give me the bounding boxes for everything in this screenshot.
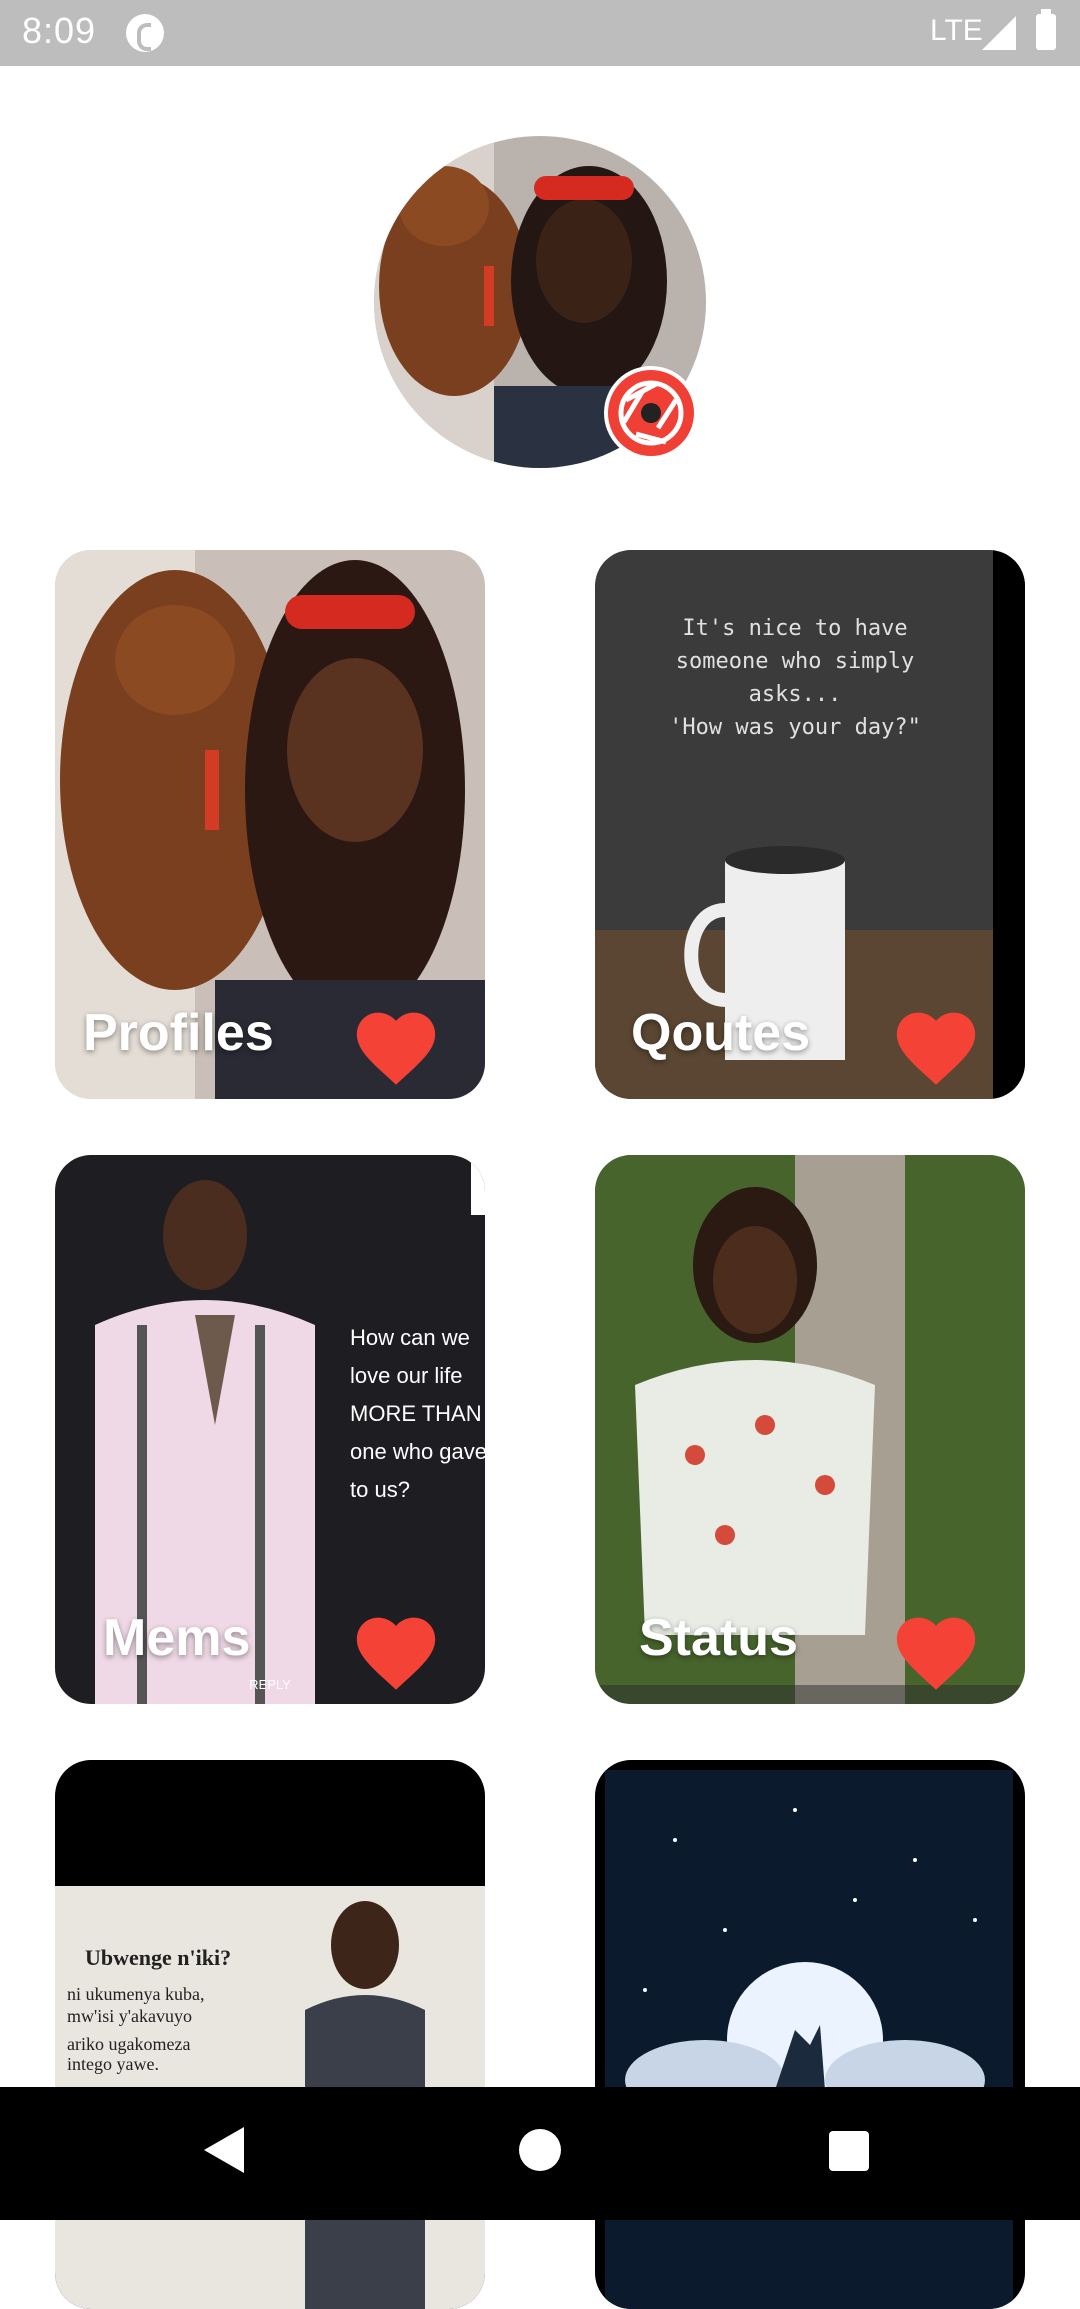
card-wisdom[interactable]: Ubwenge n'iki? ni ukumenya kuba, mw'isi … xyxy=(55,1760,485,2309)
camera-icon[interactable] xyxy=(604,366,698,460)
wisdom-line: ni ukumenya kuba, xyxy=(67,1984,204,2004)
home-icon[interactable] xyxy=(519,2129,561,2171)
meme-line: one who gave it xyxy=(350,1439,485,1464)
back-icon[interactable] xyxy=(204,2127,244,2173)
app-notification-icon xyxy=(126,14,164,52)
wisdom-line: mw'isi y'akavuyo xyxy=(67,2006,192,2026)
network-type: LTE xyxy=(930,14,983,47)
card-mems[interactable]: How can we love our life MORE THAN the o… xyxy=(55,1155,485,1704)
heart-icon[interactable] xyxy=(349,999,443,1089)
reply-label: REPLY xyxy=(249,1677,291,1692)
battery-icon xyxy=(1036,9,1056,50)
wisdom-line: ariko ugakomeza xyxy=(67,2034,190,2054)
card-label: Status xyxy=(639,1609,798,1667)
card-profiles[interactable]: Profiles xyxy=(55,550,485,1099)
card-qoutes[interactable]: It's nice to have someone who simply ask… xyxy=(595,550,1025,1099)
quote-line: It's nice to have xyxy=(682,616,907,641)
quote-line: 'How was your day?" xyxy=(669,715,921,740)
meme-line: How can we xyxy=(350,1325,470,1350)
system-nav-bar xyxy=(0,2087,1080,2220)
wisdom-line: Ubwenge n'iki? xyxy=(85,1945,231,1970)
signal-icon xyxy=(982,16,1016,50)
card-label: Profiles xyxy=(83,1004,274,1062)
status-time: 8:09 xyxy=(22,10,97,51)
quote-line: someone who simply xyxy=(676,649,914,674)
meme-line: MORE THAN the xyxy=(350,1401,485,1426)
card-night[interactable] xyxy=(595,1760,1025,2309)
recent-apps-icon[interactable] xyxy=(829,2131,869,2171)
card-label: Qoutes xyxy=(631,1004,811,1062)
heart-icon[interactable] xyxy=(889,999,983,1089)
card-label: Mems xyxy=(103,1609,251,1667)
status-bar: 8:09 LTE xyxy=(0,0,1080,66)
heart-icon[interactable] xyxy=(349,1604,443,1694)
meme-line: to us? xyxy=(350,1477,410,1502)
quote-line: asks... xyxy=(749,682,842,707)
meme-line: love our life xyxy=(350,1363,463,1388)
card-status[interactable]: Status xyxy=(595,1155,1025,1704)
heart-icon[interactable] xyxy=(889,1604,983,1694)
wisdom-line: intego yawe. xyxy=(67,2054,159,2074)
